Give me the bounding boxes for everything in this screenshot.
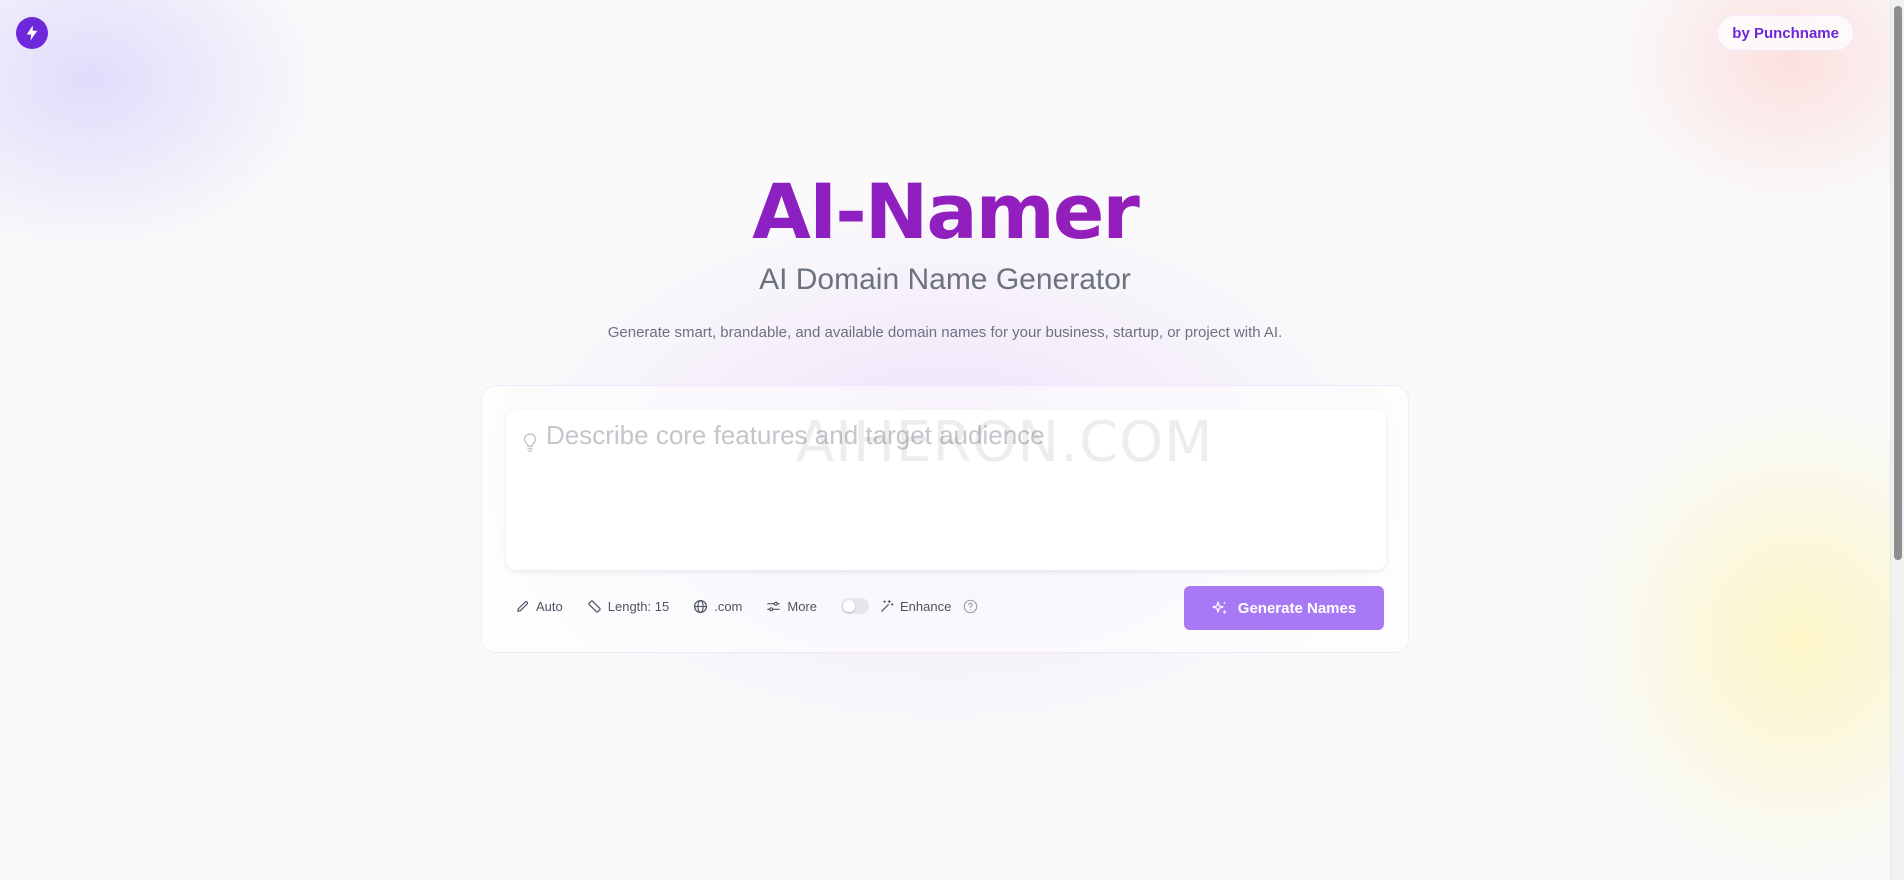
style-option[interactable]: Auto: [515, 599, 563, 614]
length-option[interactable]: Length: 15: [587, 599, 669, 614]
prompt-box: AIHERON.COM: [506, 410, 1386, 570]
page-subtitle: AI Domain Name Generator: [759, 263, 1131, 296]
scrollbar-thumb[interactable]: [1894, 6, 1902, 560]
style-label: Auto: [536, 598, 563, 614]
by-punchname-link[interactable]: by Punchname: [1717, 15, 1854, 51]
enhance-toggle[interactable]: [841, 598, 869, 614]
ruler-icon: [588, 599, 601, 613]
sparkles-icon: [1212, 601, 1227, 615]
lightbulb-icon: [523, 433, 537, 452]
sliders-icon: [767, 601, 781, 611]
enhance-label: Enhance: [900, 598, 952, 614]
globe-icon: [694, 599, 708, 613]
more-option[interactable]: More: [766, 599, 817, 614]
help-icon[interactable]: [963, 599, 978, 614]
lightning-bolt-icon: [26, 25, 38, 41]
pen-icon: [517, 600, 529, 612]
more-label: More: [787, 598, 817, 614]
page-tagline: Generate smart, brandable, and available…: [607, 324, 1283, 341]
page: by Punchname AI-Namer AI Domain Name Gen…: [0, 0, 1904, 880]
enhance-option[interactable]: Enhance: [841, 598, 978, 614]
generator-card: AIHERON.COM Auto Length: 15: [481, 385, 1409, 653]
tld-option[interactable]: .com: [693, 599, 742, 614]
brand-title: AI-Namer: [0, 170, 1890, 254]
prompt-input[interactable]: [546, 420, 1376, 560]
tld-label: .com: [714, 598, 743, 614]
magic-wand-icon: [881, 599, 894, 612]
generate-names-label: Generate Names: [1237, 599, 1357, 617]
length-label: Length: 15: [607, 598, 670, 614]
generate-names-button[interactable]: Generate Names: [1184, 586, 1384, 630]
logo[interactable]: [16, 17, 48, 49]
page-scrollbar[interactable]: [1890, 0, 1904, 880]
options-bar: Auto Length: 15 .com More Enhance: [515, 598, 1002, 614]
hero: AI-Namer AI Domain Name Generator Genera…: [0, 170, 1890, 342]
